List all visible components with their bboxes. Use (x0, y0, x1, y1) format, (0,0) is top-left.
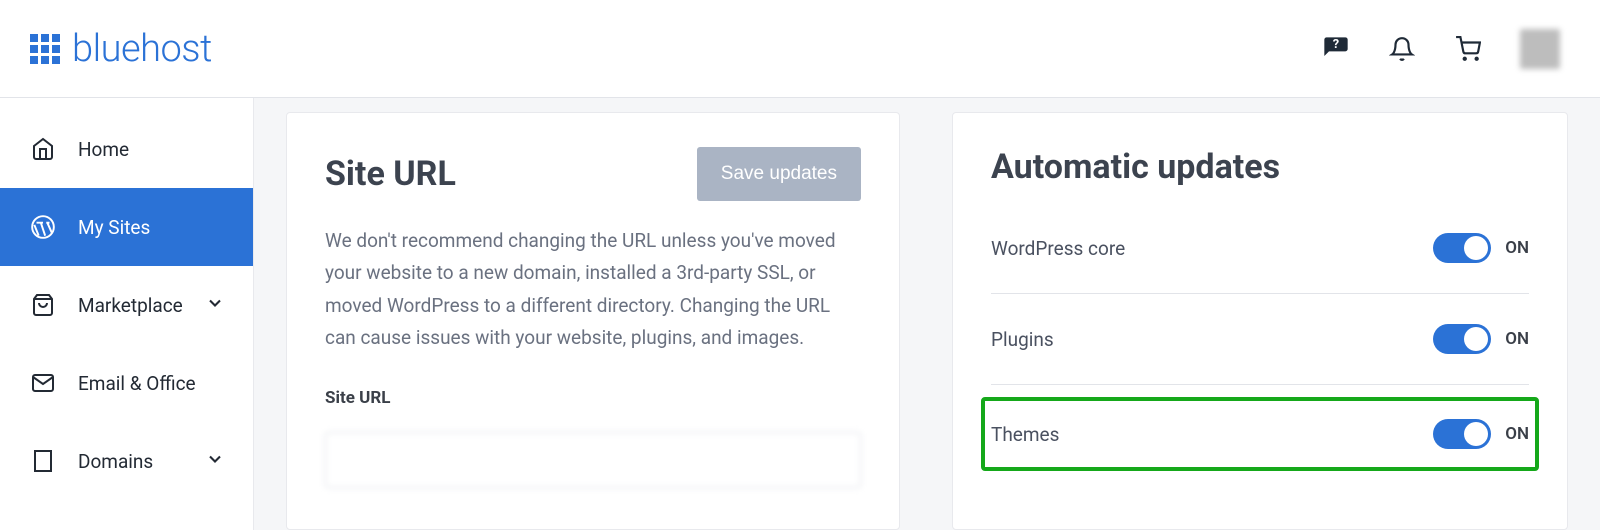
home-icon (30, 136, 56, 162)
card-title: Automatic updates (991, 147, 1529, 187)
logo-grid-icon (30, 34, 60, 64)
mail-icon (30, 370, 56, 396)
sidebar-item-label: My Sites (78, 216, 150, 239)
brand-name: bluehost (72, 27, 212, 71)
automatic-updates-card: Automatic updates WordPress core ON Plug… (952, 112, 1568, 530)
sidebar-item-email-office[interactable]: Email & Office (0, 344, 253, 422)
toggle-wordpress-core[interactable] (1433, 233, 1491, 263)
chevron-down-icon (205, 449, 225, 474)
sidebar-item-my-sites[interactable]: My Sites (0, 188, 253, 266)
update-row-label: Plugins (991, 328, 1054, 351)
save-updates-button[interactable]: Save updates (697, 147, 861, 201)
site-url-input[interactable] (325, 432, 861, 488)
sidebar-item-label: Domains (78, 450, 153, 473)
brand-logo[interactable]: bluehost (30, 27, 212, 71)
update-row-themes: Themes ON (991, 401, 1529, 467)
toggle-state: ON (1505, 238, 1529, 258)
toggle-state: ON (1505, 424, 1529, 444)
wordpress-icon (30, 214, 56, 240)
main-content: Site URL Save updates We don't recommend… (254, 98, 1600, 530)
toggle-state: ON (1505, 329, 1529, 349)
shopping-bag-icon (30, 292, 56, 318)
card-title: Site URL (325, 154, 456, 194)
svg-text:?: ? (1333, 36, 1339, 51)
sidebar-item-label: Email & Office (78, 372, 196, 395)
site-url-description: We don't recommend changing the URL unle… (325, 225, 861, 354)
update-row-wordpress-core: WordPress core ON (991, 215, 1529, 281)
sidebar-item-marketplace[interactable]: Marketplace (0, 266, 253, 344)
divider (991, 293, 1529, 294)
site-url-field-label: Site URL (325, 388, 861, 408)
toggle-themes[interactable] (1433, 419, 1491, 449)
sidebar-item-label: Home (78, 138, 129, 161)
update-row-label: WordPress core (991, 237, 1125, 260)
building-icon (30, 448, 56, 474)
bell-icon[interactable] (1388, 35, 1416, 63)
header: bluehost ? (0, 0, 1600, 98)
chevron-down-icon (205, 293, 225, 318)
help-chat-icon[interactable]: ? (1322, 35, 1350, 63)
update-row-label: Themes (991, 423, 1059, 446)
site-url-card: Site URL Save updates We don't recommend… (286, 112, 900, 530)
cart-icon[interactable] (1454, 35, 1482, 63)
header-actions: ? (1322, 29, 1560, 69)
divider (991, 384, 1529, 385)
update-row-plugins: Plugins ON (991, 306, 1529, 372)
avatar[interactable] (1520, 29, 1560, 69)
highlighted-themes-row: Themes ON (981, 397, 1539, 471)
sidebar-item-label: Marketplace (78, 294, 183, 317)
toggle-plugins[interactable] (1433, 324, 1491, 354)
sidebar-item-home[interactable]: Home (0, 110, 253, 188)
sidebar-item-domains[interactable]: Domains (0, 422, 253, 500)
sidebar: Home My Sites Marketplace Email & Office (0, 98, 254, 530)
